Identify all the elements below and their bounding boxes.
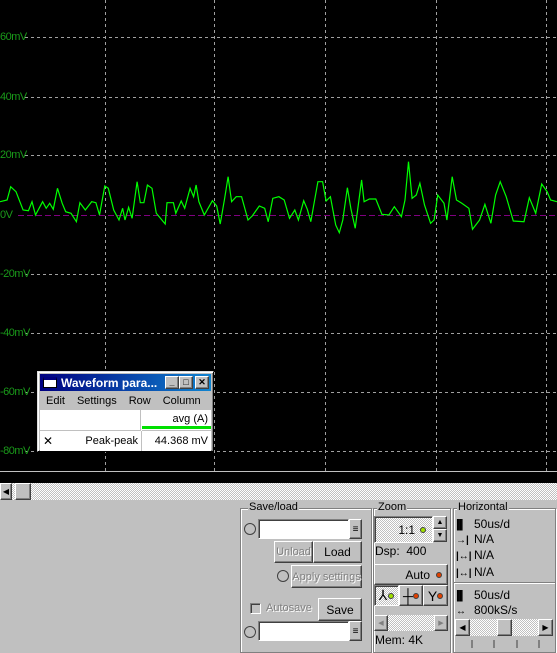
save-load-group: Save/load ≡ Unload Load Apply settings A… [240,501,372,653]
y-label-0: 0V [0,209,13,221]
timebase-icon: |||| [456,517,463,531]
load-radio[interactable] [244,523,256,535]
trigger-offset-icon: →| [456,534,469,546]
save-radio[interactable] [244,626,256,638]
scroll-left-icon[interactable]: ◀ [374,615,388,631]
divider [454,582,555,584]
close-icon[interactable]: ✕ [195,376,209,389]
save-file-field[interactable] [258,621,349,641]
row-label: Peak-peak [85,435,138,447]
timebase-icon: |||| [456,588,463,602]
slider-right-icon[interactable]: ▶ [538,619,553,636]
zoom-down-icon[interactable]: ▼ [433,529,447,542]
acquisition-info: |||| 50us/d ↔ 800kS/s [456,588,517,619]
horizontal-info: |||| 50us/d →| N/A |↔| N/A |↔| N/A [456,517,510,581]
trigger-falling-button[interactable]: Y [423,585,448,606]
scroll-left-icon[interactable]: ◀ [0,483,12,500]
table-corner [40,410,141,431]
column-divider [141,431,142,451]
slider-tick [516,640,518,648]
zoom-ratio-display: 1:1 [374,516,433,543]
slider-tick [493,640,495,648]
status-dot-icon [437,592,444,599]
zoom-up-icon[interactable]: ▲ [433,516,447,529]
slider-left-icon[interactable]: ◀ [455,619,470,636]
column-header-avg[interactable]: avg (A) [142,410,211,431]
maximize-icon[interactable]: □ [179,376,193,389]
slider-tick [471,640,473,648]
window-menu-bar: Edit Settings Row Column [40,392,211,410]
waveform-trace [0,161,557,235]
y-label-minus60: -60mV [0,386,30,398]
sample-rate-value: 800kS/s [474,602,518,617]
span-value-2: N/A [474,564,495,579]
horizontal-title: Horizontal [457,501,509,513]
save-list-icon[interactable]: ≡ [349,621,362,641]
horizontal-scrollbar[interactable]: ◀ [0,483,557,500]
apply-settings-radio[interactable] [277,570,289,582]
y-label-60: 60mV [0,31,27,43]
y-label-minus40: -40mV [0,327,30,339]
table-row[interactable]: ✕ Peak-peak 44.368 mV [40,431,211,451]
offset-value: N/A [474,531,495,546]
dsp-label: Dsp: 400 [375,544,427,558]
span-icon: |↔| [456,551,472,562]
status-dot-icon [420,526,426,533]
y-label-20: 20mV [0,149,27,161]
load-button[interactable]: Load [313,541,362,563]
autosave-checkbox[interactable] [250,603,261,614]
scope-bottom-bar [0,472,557,483]
status-dot-icon [436,571,442,578]
span-icon: |↔| [456,567,472,579]
sample-rate-icon: ↔ [456,605,466,617]
unload-button[interactable]: Unload [274,541,313,563]
scroll-thumb[interactable] [15,483,31,500]
timebase-slider[interactable]: ◀ ▶ [455,619,553,636]
apply-settings-button[interactable]: Apply settings [291,565,362,588]
zoom-scrollbar[interactable]: ◀ ▶ [374,615,448,631]
zoom-group: Zoom 1:1 ▲ ▼ Dsp: 400 Auto ⅄ ┼ Y ◀ ▶ Mem… [373,501,451,653]
trigger-rising-button[interactable]: ⅄ [374,585,399,606]
horizontal-group: Horizontal |||| 50us/d →| N/A |↔| N/A |↔| N/… [453,501,556,653]
mem-label: Mem: 4K [375,633,424,647]
column-header-label: avg (A) [172,413,208,425]
slider-tick [538,640,540,648]
y-label-minus20: -20mV [0,268,30,280]
autosave-label: Autosave [266,602,312,614]
status-dot-icon [412,592,419,599]
minimize-icon[interactable]: _ [165,376,179,389]
menu-row[interactable]: Row [123,395,157,407]
save-button[interactable]: Save [318,598,362,621]
scroll-right-icon[interactable]: ▶ [434,615,448,631]
window-title-bar[interactable]: Waveform para... _ □ ✕ [40,374,211,391]
menu-edit[interactable]: Edit [40,395,71,407]
auto-button[interactable]: Auto [374,564,448,585]
trigger-center-button[interactable]: ┼ [399,585,423,606]
status-dot-icon [388,592,395,599]
parameters-table: avg (A) ✕ Peak-peak 44.368 mV [40,410,211,451]
acq-timebase-value: 50us/d [474,588,511,602]
y-label-minus80: -80mV [0,445,30,457]
save-load-title: Save/load [248,501,299,513]
window-app-icon [43,377,57,388]
auto-label: Auto [405,567,430,582]
menu-settings[interactable]: Settings [71,395,123,407]
remove-row-icon[interactable]: ✕ [43,434,53,448]
window-title: Waveform para... [61,375,158,390]
slider-thumb[interactable] [496,619,512,636]
timebase-value: 50us/d [474,517,511,531]
zoom-ratio: 1:1 [398,522,415,537]
row-value: 44.368 mV [154,435,208,447]
span-value-1: N/A [474,548,495,562]
menu-column[interactable]: Column [157,395,207,407]
zoom-title: Zoom [377,501,408,513]
load-file-field[interactable] [258,519,349,539]
column-color-bar [142,426,211,429]
load-list-icon[interactable]: ≡ [349,519,362,539]
waveform-parameters-window[interactable]: Waveform para... _ □ ✕ Edit Settings Row… [37,371,214,452]
y-label-40: 40mV [0,91,27,103]
